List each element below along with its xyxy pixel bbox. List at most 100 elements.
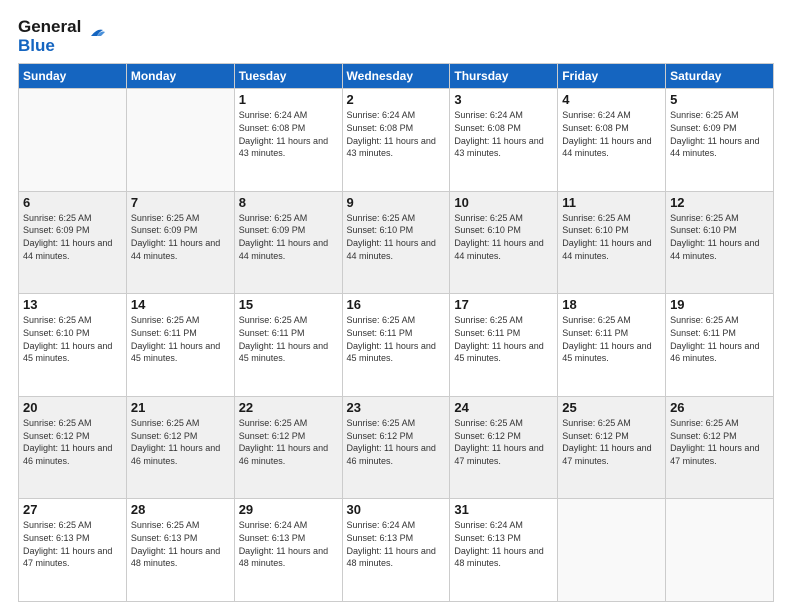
calendar-week-3: 13 Sunrise: 6:25 AM Sunset: 6:10 PM Dayli… bbox=[19, 294, 774, 397]
day-info: Sunrise: 6:25 AM Sunset: 6:09 PM Dayligh… bbox=[23, 212, 122, 262]
day-number: 10 bbox=[454, 195, 553, 210]
day-info: Sunrise: 6:25 AM Sunset: 6:11 PM Dayligh… bbox=[454, 314, 553, 364]
calendar-cell: 24 Sunrise: 6:25 AM Sunset: 6:12 PM Dayli… bbox=[450, 396, 558, 499]
calendar-cell: 25Sunrise: 6:25 AM Sunset: 6:12 PM Dayli… bbox=[558, 396, 666, 499]
day-info: Sunrise: 6:24 AM Sunset: 6:08 PM Dayligh… bbox=[454, 109, 553, 159]
day-info: Sunrise: 6:25 AM Sunset: 6:12 PM Dayligh… bbox=[347, 417, 446, 467]
calendar-header: SundayMondayTuesdayWednesdayThursdayFrid… bbox=[19, 64, 774, 89]
day-number: 2 bbox=[347, 92, 446, 107]
day-number: 15 bbox=[239, 297, 338, 312]
calendar-cell: 21Sunrise: 6:25 AM Sunset: 6:12 PM Dayli… bbox=[126, 396, 234, 499]
day-info: Sunrise: 6:24 AM Sunset: 6:08 PM Dayligh… bbox=[562, 109, 661, 159]
calendar-cell: 11 Sunrise: 6:25 AM Sunset: 6:10 PM Dayli… bbox=[558, 191, 666, 294]
day-info: Sunrise: 6:25 AM Sunset: 6:10 PM Dayligh… bbox=[454, 212, 553, 262]
calendar-cell: 6 Sunrise: 6:25 AM Sunset: 6:09 PM Daylig… bbox=[19, 191, 127, 294]
day-number: 6 bbox=[23, 195, 122, 210]
day-info: Sunrise: 6:24 AM Sunset: 6:08 PM Dayligh… bbox=[347, 109, 446, 159]
logo-blue: Blue bbox=[18, 37, 81, 56]
weekday-header-thursday: Thursday bbox=[450, 64, 558, 89]
calendar-table: SundayMondayTuesdayWednesdayThursdayFrid… bbox=[18, 63, 774, 602]
logo-bird-icon bbox=[83, 22, 105, 44]
day-info: Sunrise: 6:25 AM Sunset: 6:13 PM Dayligh… bbox=[131, 519, 230, 569]
calendar-cell: 18Sunrise: 6:25 AM Sunset: 6:11 PM Dayli… bbox=[558, 294, 666, 397]
weekday-header-wednesday: Wednesday bbox=[342, 64, 450, 89]
calendar-cell: 27 Sunrise: 6:25 AM Sunset: 6:13 PM Dayli… bbox=[19, 499, 127, 602]
page: General Blue SundayMondayTuesdayWednesda… bbox=[0, 0, 792, 612]
day-number: 22 bbox=[239, 400, 338, 415]
day-number: 14 bbox=[131, 297, 230, 312]
calendar-cell: 19Sunrise: 6:25 AM Sunset: 6:11 PM Dayli… bbox=[666, 294, 774, 397]
day-number: 12 bbox=[670, 195, 769, 210]
day-info: Sunrise: 6:25 AM Sunset: 6:12 PM Dayligh… bbox=[239, 417, 338, 467]
logo: General Blue bbox=[18, 18, 105, 55]
day-number: 16 bbox=[347, 297, 446, 312]
calendar-cell: 20Sunrise: 6:25 AM Sunset: 6:12 PM Dayli… bbox=[19, 396, 127, 499]
day-info: Sunrise: 6:25 AM Sunset: 6:10 PM Dayligh… bbox=[670, 212, 769, 262]
day-number: 7 bbox=[131, 195, 230, 210]
day-number: 20 bbox=[23, 400, 122, 415]
calendar-body: 1 Sunrise: 6:24 AM Sunset: 6:08 PM Daylig… bbox=[19, 89, 774, 602]
day-number: 24 bbox=[454, 400, 553, 415]
day-info: Sunrise: 6:24 AM Sunset: 6:13 PM Dayligh… bbox=[454, 519, 553, 569]
calendar-cell: 23 Sunrise: 6:25 AM Sunset: 6:12 PM Dayli… bbox=[342, 396, 450, 499]
calendar-cell: 12 Sunrise: 6:25 AM Sunset: 6:10 PM Dayli… bbox=[666, 191, 774, 294]
weekday-header-friday: Friday bbox=[558, 64, 666, 89]
day-number: 26 bbox=[670, 400, 769, 415]
day-number: 1 bbox=[239, 92, 338, 107]
calendar-cell bbox=[19, 89, 127, 192]
calendar-cell: 7 Sunrise: 6:25 AM Sunset: 6:09 PM Daylig… bbox=[126, 191, 234, 294]
day-number: 11 bbox=[562, 195, 661, 210]
weekday-header-monday: Monday bbox=[126, 64, 234, 89]
calendar-cell: 14 Sunrise: 6:25 AM Sunset: 6:11 PM Dayli… bbox=[126, 294, 234, 397]
calendar-cell: 10 Sunrise: 6:25 AM Sunset: 6:10 PM Dayli… bbox=[450, 191, 558, 294]
calendar-cell: 15 Sunrise: 6:25 AM Sunset: 6:11 PM Dayli… bbox=[234, 294, 342, 397]
day-number: 8 bbox=[239, 195, 338, 210]
day-info: Sunrise: 6:25 AM Sunset: 6:10 PM Dayligh… bbox=[562, 212, 661, 262]
day-info: Sunrise: 6:25 AM Sunset: 6:11 PM Dayligh… bbox=[670, 314, 769, 364]
calendar-cell: 17Sunrise: 6:25 AM Sunset: 6:11 PM Dayli… bbox=[450, 294, 558, 397]
day-number: 5 bbox=[670, 92, 769, 107]
calendar-cell: 8Sunrise: 6:25 AM Sunset: 6:09 PM Daylig… bbox=[234, 191, 342, 294]
day-number: 27 bbox=[23, 502, 122, 517]
day-info: Sunrise: 6:24 AM Sunset: 6:13 PM Dayligh… bbox=[239, 519, 338, 569]
day-info: Sunrise: 6:25 AM Sunset: 6:12 PM Dayligh… bbox=[454, 417, 553, 467]
day-info: Sunrise: 6:25 AM Sunset: 6:09 PM Dayligh… bbox=[131, 212, 230, 262]
calendar-cell: 9Sunrise: 6:25 AM Sunset: 6:10 PM Daylig… bbox=[342, 191, 450, 294]
day-info: Sunrise: 6:25 AM Sunset: 6:11 PM Dayligh… bbox=[562, 314, 661, 364]
calendar-cell: 30Sunrise: 6:24 AM Sunset: 6:13 PM Dayli… bbox=[342, 499, 450, 602]
weekday-header-row: SundayMondayTuesdayWednesdayThursdayFrid… bbox=[19, 64, 774, 89]
day-number: 29 bbox=[239, 502, 338, 517]
calendar-cell: 2 Sunrise: 6:24 AM Sunset: 6:08 PM Daylig… bbox=[342, 89, 450, 192]
day-info: Sunrise: 6:24 AM Sunset: 6:13 PM Dayligh… bbox=[347, 519, 446, 569]
logo-general: General bbox=[18, 18, 81, 37]
day-info: Sunrise: 6:25 AM Sunset: 6:12 PM Dayligh… bbox=[670, 417, 769, 467]
calendar-cell: 22 Sunrise: 6:25 AM Sunset: 6:12 PM Dayli… bbox=[234, 396, 342, 499]
weekday-header-saturday: Saturday bbox=[666, 64, 774, 89]
day-info: Sunrise: 6:25 AM Sunset: 6:10 PM Dayligh… bbox=[347, 212, 446, 262]
day-info: Sunrise: 6:25 AM Sunset: 6:10 PM Dayligh… bbox=[23, 314, 122, 364]
calendar-cell: 28 Sunrise: 6:25 AM Sunset: 6:13 PM Dayli… bbox=[126, 499, 234, 602]
day-info: Sunrise: 6:25 AM Sunset: 6:11 PM Dayligh… bbox=[131, 314, 230, 364]
day-number: 25 bbox=[562, 400, 661, 415]
weekday-header-sunday: Sunday bbox=[19, 64, 127, 89]
day-info: Sunrise: 6:25 AM Sunset: 6:11 PM Dayligh… bbox=[347, 314, 446, 364]
day-info: Sunrise: 6:25 AM Sunset: 6:13 PM Dayligh… bbox=[23, 519, 122, 569]
calendar-cell bbox=[666, 499, 774, 602]
calendar-week-5: 27 Sunrise: 6:25 AM Sunset: 6:13 PM Dayli… bbox=[19, 499, 774, 602]
calendar-cell: 29 Sunrise: 6:24 AM Sunset: 6:13 PM Dayli… bbox=[234, 499, 342, 602]
day-info: Sunrise: 6:25 AM Sunset: 6:11 PM Dayligh… bbox=[239, 314, 338, 364]
calendar-cell: 31 Sunrise: 6:24 AM Sunset: 6:13 PM Dayli… bbox=[450, 499, 558, 602]
day-number: 13 bbox=[23, 297, 122, 312]
day-number: 31 bbox=[454, 502, 553, 517]
calendar-week-4: 20 Sunrise: 6:25 AM Sunset: 6:12 PM Dayli… bbox=[19, 396, 774, 499]
calendar-cell: 16 Sunrise: 6:25 AM Sunset: 6:11 PM Dayli… bbox=[342, 294, 450, 397]
calendar-cell: 5Sunrise: 6:25 AM Sunset: 6:09 PM Daylig… bbox=[666, 89, 774, 192]
day-number: 28 bbox=[131, 502, 230, 517]
calendar-cell: 1Sunrise: 6:24 AM Sunset: 6:08 PM Daylig… bbox=[234, 89, 342, 192]
day-info: Sunrise: 6:25 AM Sunset: 6:12 PM Dayligh… bbox=[131, 417, 230, 467]
header: General Blue bbox=[18, 18, 774, 55]
day-number: 23 bbox=[347, 400, 446, 415]
calendar-cell: 26 Sunrise: 6:25 AM Sunset: 6:12 PM Dayli… bbox=[666, 396, 774, 499]
calendar-cell: 4Sunrise: 6:24 AM Sunset: 6:08 PM Daylig… bbox=[558, 89, 666, 192]
calendar-cell bbox=[126, 89, 234, 192]
